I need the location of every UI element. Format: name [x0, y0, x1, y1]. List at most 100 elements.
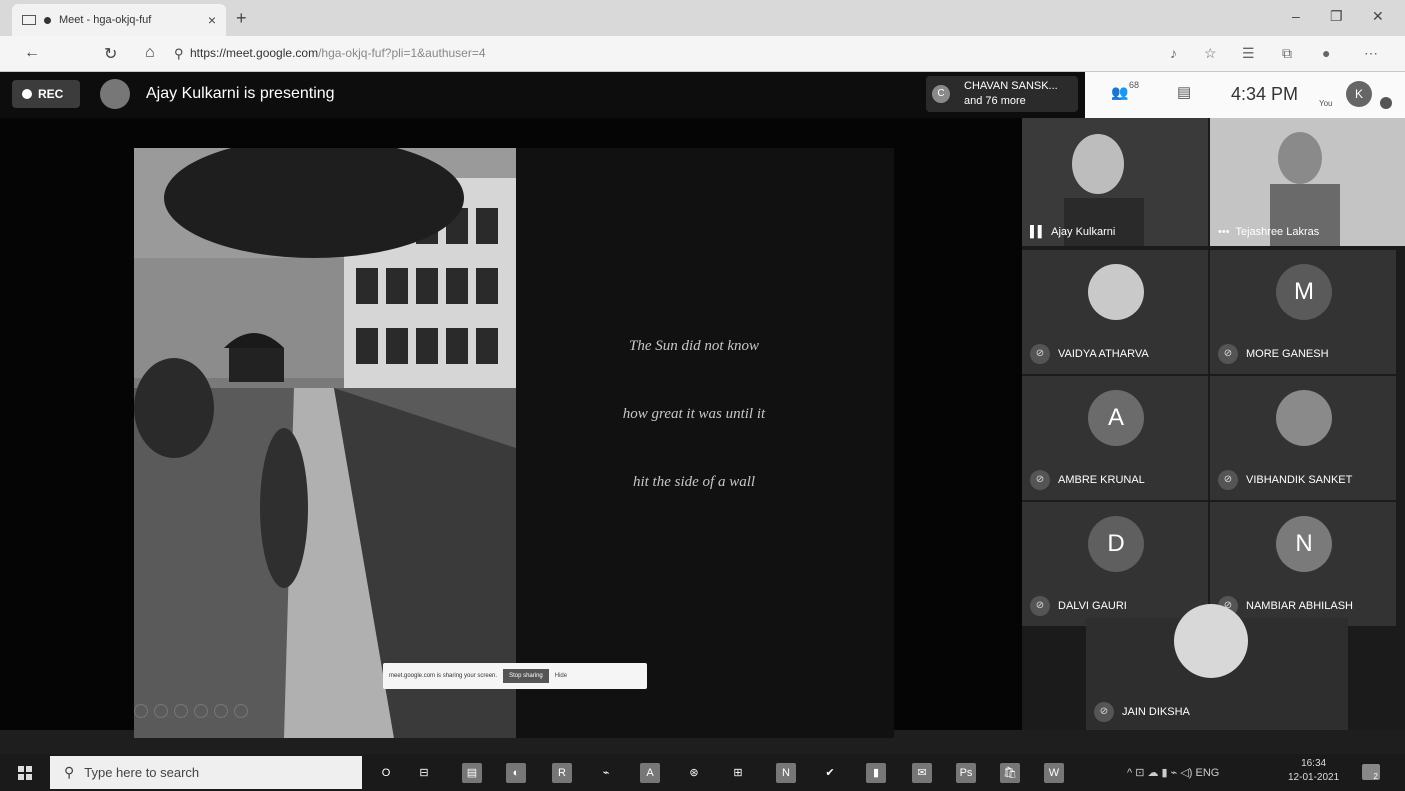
taskbar-app-check[interactable]: ✔: [820, 763, 840, 783]
notification-icon[interactable]: 2: [1362, 764, 1380, 781]
windows-taskbar: ⚲ Type here to search O ⊟ ▤ ◐ R ⌁ A ⊛ ⊞ …: [0, 754, 1405, 791]
profile-icon[interactable]: ●: [1322, 45, 1330, 61]
home-icon[interactable]: ⌂: [145, 44, 155, 62]
participant-avatar: [1088, 264, 1144, 320]
taskbar-app-explorer[interactable]: ▤: [462, 763, 482, 783]
chat-icon[interactable]: ▤: [1177, 83, 1191, 101]
taskbar-app-store[interactable]: 🛍: [1000, 763, 1020, 783]
rec-label: REC: [38, 87, 64, 101]
participant-tile-self[interactable]: ⊘ JAIN DIKSHA: [1086, 604, 1348, 730]
participant-tile[interactable]: M ⊘ MORE GANESH: [1210, 250, 1396, 374]
video-tile-tejashree[interactable]: ••• Tejashree Lakras: [1210, 118, 1405, 246]
taskbar-app-wifi[interactable]: ⌁: [596, 763, 616, 783]
clock-date: 12-01-2021: [1288, 772, 1340, 783]
favorites-icon[interactable]: ☰: [1242, 45, 1255, 62]
participant-tile[interactable]: ⊘ VIBHANDIK SANKET: [1210, 376, 1396, 500]
chip-line1: CHAVAN SANSK...: [964, 80, 1058, 92]
maximize-button[interactable]: ❐: [1330, 8, 1343, 25]
new-tab-button[interactable]: +: [236, 8, 247, 29]
clock-time: 16:34: [1301, 758, 1327, 769]
participant-name-row: ⊘ MORE GANESH: [1218, 344, 1329, 364]
recording-dot-icon: [44, 16, 51, 24]
browser-tab[interactable]: Meet - hga-okjq-fuf ×: [12, 4, 226, 36]
meeting-time: 4:34 PM: [1231, 84, 1299, 104]
self-avatar[interactable]: K: [1346, 81, 1372, 107]
taskbar-app-photoshop[interactable]: Ps: [956, 763, 976, 783]
taskbar-app-photos[interactable]: ⊛: [684, 763, 704, 783]
taskbar-app-taskview[interactable]: ⊟: [414, 763, 434, 783]
taskbar-app-edge[interactable]: ◐: [506, 763, 526, 783]
participant-name-row: ⊘ AMBRE KRUNAL: [1030, 470, 1145, 490]
more-options-icon: •••: [1218, 226, 1230, 238]
refresh-icon[interactable]: ↻: [104, 44, 117, 64]
participant-avatar: [1174, 604, 1248, 678]
participant-tile[interactable]: N ⊘ NAMBIAR ABHILASH: [1210, 502, 1396, 626]
participants-chip[interactable]: C CHAVAN SANSK... and 76 more: [926, 76, 1078, 112]
url-field[interactable]: https://meet.google.com/hga-okjq-fuf?pli…: [190, 46, 486, 60]
building-photo: [134, 148, 516, 738]
browser-tabstrip: Meet - hga-okjq-fuf × + – ❐ ✕: [0, 0, 1405, 36]
windows-start-icon[interactable]: [18, 766, 32, 780]
muted-mic-icon: ⊘: [1218, 344, 1238, 364]
muted-mic-icon: ⊘: [1094, 702, 1114, 722]
taskbar-search[interactable]: ⚲ Type here to search: [50, 756, 362, 789]
participant-name: JAIN DIKSHA: [1122, 706, 1190, 718]
participant-avatar: A: [1088, 390, 1144, 446]
slide-controls: [134, 704, 248, 718]
participant-name: NAMBIAR ABHILASH: [1246, 600, 1353, 612]
taskbar-app-word[interactable]: W: [1044, 763, 1064, 783]
you-label: You: [1319, 99, 1333, 108]
participant-name: DALVI GAURI: [1058, 600, 1127, 612]
taskbar-app-calc[interactable]: ⊞: [728, 763, 748, 783]
favorite-star-icon[interactable]: ☆: [1204, 45, 1217, 62]
tab-close-button[interactable]: ×: [208, 12, 216, 28]
people-icon[interactable]: 👥: [1111, 84, 1128, 101]
stop-sharing-button[interactable]: Stop sharing: [503, 669, 549, 683]
next-slide-icon[interactable]: [154, 704, 168, 718]
taskbar-app-orange[interactable]: ▮: [866, 763, 886, 783]
pen-icon[interactable]: [174, 704, 188, 718]
participant-name-row: ⊘ VAIDYA ATHARVA: [1030, 344, 1149, 364]
hide-button[interactable]: Hide: [555, 673, 567, 679]
taskbar-app-r[interactable]: R: [552, 763, 572, 783]
presenting-text: Ajay Kulkarni is presenting: [146, 85, 335, 102]
taskbar-app-onenote[interactable]: N: [776, 763, 796, 783]
quote-line-1: The Sun did not know: [629, 338, 759, 354]
taskbar-app-cortana[interactable]: O: [376, 763, 396, 783]
meet-header: REC Ajay Kulkarni is presenting C CHAVAN…: [0, 72, 1405, 118]
chip-line2: and 76 more: [964, 95, 1026, 107]
ajay-name: Ajay Kulkarni: [1051, 226, 1116, 238]
video-tile-name: ••• Tejashree Lakras: [1218, 226, 1319, 238]
participant-tile[interactable]: A ⊘ AMBRE KRUNAL: [1022, 376, 1208, 500]
notification-count: 2: [1373, 772, 1378, 781]
muted-mic-icon: ⊘: [1030, 596, 1050, 616]
participant-name: VAIDYA ATHARVA: [1058, 348, 1149, 360]
mic-permission-icon[interactable]: ♪: [1170, 45, 1177, 61]
close-window-button[interactable]: ✕: [1372, 8, 1384, 25]
menu-icon[interactable]: [234, 704, 248, 718]
view-icon[interactable]: [194, 704, 208, 718]
slide: The Sun did not know how great it was un…: [134, 148, 894, 738]
lock-icon: ⚲: [174, 46, 184, 61]
presentation-stage: The Sun did not know how great it was un…: [0, 118, 1022, 738]
zoom-icon[interactable]: [214, 704, 228, 718]
quote-line-3: hit the side of a wall: [632, 474, 756, 490]
taskbar-clock[interactable]: 16:34 12-01-2021: [1288, 757, 1339, 785]
minimize-button[interactable]: –: [1292, 8, 1300, 24]
collections-icon[interactable]: ⧉: [1282, 45, 1292, 62]
screen-share-bar: meet.google.com is sharing your screen. …: [383, 663, 647, 689]
taskbar-app-a[interactable]: A: [640, 763, 660, 783]
taskbar-app-mail[interactable]: ✉: [912, 763, 932, 783]
slide-quote: The Sun did not know how great it was un…: [514, 338, 874, 542]
participant-tile[interactable]: D ⊘ DALVI GAURI: [1022, 502, 1208, 626]
back-arrow-icon[interactable]: ←: [24, 44, 40, 62]
record-dot-icon: [22, 89, 32, 99]
muted-mic-icon: ⊘: [1030, 344, 1050, 364]
participant-tile[interactable]: ⊘ VAIDYA ATHARVA: [1022, 250, 1208, 374]
more-menu-icon[interactable]: ⋯: [1364, 45, 1378, 62]
prev-slide-icon[interactable]: [134, 704, 148, 718]
video-tile-ajay[interactable]: ▌▌ Ajay Kulkarni: [1022, 118, 1208, 246]
tab-actions-icon[interactable]: [22, 15, 36, 25]
participant-avatar: [1276, 390, 1332, 446]
system-tray[interactable]: ^ ⊡ ☁ ▮ ⌁ ◁) ENG: [1127, 766, 1219, 779]
